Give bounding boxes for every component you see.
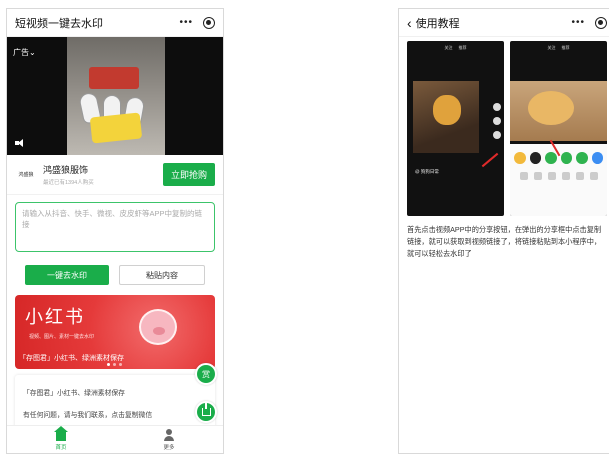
share-icon — [201, 402, 211, 416]
share-button[interactable] — [195, 401, 217, 423]
ad-label[interactable]: 广告⌄ — [13, 47, 36, 58]
tutorial-screenshots: 关注 推荐 @ 狗狗日常 关注 推荐 — [399, 37, 609, 216]
share-target-icon — [576, 152, 588, 164]
share-target-icon — [545, 152, 557, 164]
pig-mascot-image — [139, 309, 177, 345]
link-input[interactable] — [15, 202, 215, 252]
share-action-icon — [519, 172, 528, 180]
more-dots-icon[interactable]: ••• — [179, 17, 193, 28]
tab-home[interactable]: 首页 — [7, 426, 115, 453]
promo-banner[interactable]: 小红书 视频、图片、素材一键去水印 「存图君」小红书、绿洲素材保存 — [15, 295, 215, 369]
brand-name: 鸿盛狼服饰 — [43, 165, 89, 175]
user-icon — [163, 428, 175, 441]
like-icon — [493, 103, 501, 111]
shot-tabs: 关注 推荐 — [407, 41, 504, 55]
mini-program-capsule: ••• — [571, 16, 607, 29]
tutorial-shot-share-button: 关注 推荐 @ 狗狗日常 — [407, 41, 504, 216]
banner-tagline: 视频、图片、素材一键去水印 — [29, 334, 95, 340]
carousel-dot — [113, 363, 116, 366]
carousel-dot — [107, 363, 110, 366]
share-action-icon — [589, 172, 598, 180]
comment-icon — [493, 117, 501, 125]
share-action-icon — [533, 172, 542, 180]
shot-caption: @ 狗狗日常 — [415, 169, 439, 174]
shot-tab: 关注 — [547, 45, 556, 50]
brand-logo: 鸿盛狼 — [18, 172, 34, 178]
share-target-icon — [591, 152, 603, 164]
card-line-save[interactable]: 「存图君」小红书、绿洲素材保存 — [23, 387, 207, 397]
nav-bar: 短视频一键去水印 ••• — [7, 9, 223, 37]
dog-video-image — [510, 81, 607, 141]
ad-video[interactable]: 广告⌄ — [7, 37, 223, 155]
share-icon — [493, 131, 501, 139]
tab-more-label: 更多 — [163, 444, 175, 451]
share-target-icon — [529, 152, 541, 164]
share-target-icon — [560, 152, 572, 164]
brand-sales: 最近已有1394人购买 — [43, 180, 94, 186]
tutorial-instructions: 首先点击视频APP中的分享按钮，在弹出的分享框中点击复制链接，就可以获取到视频链… — [407, 225, 602, 258]
shot-tabs: 关注 推荐 — [510, 41, 607, 55]
shot-tab: 关注 — [444, 45, 453, 50]
video-side-icons — [493, 103, 501, 139]
page-title: 使用教程 — [415, 17, 460, 30]
close-target-icon[interactable] — [203, 16, 215, 29]
home-icon — [54, 426, 68, 441]
tab-bar: 首页 更多 — [7, 425, 223, 453]
banner-subtitle: 「存图君」小红书、绿洲素材保存 — [19, 355, 124, 362]
nav-bar: ‹ 使用教程 ••• — [399, 9, 609, 37]
paste-content-button[interactable]: 粘贴内容 — [119, 265, 205, 285]
carousel-indicator — [107, 363, 122, 366]
share-target-icon — [514, 152, 526, 164]
tab-home-label: 首页 — [55, 445, 67, 451]
mini-program-capsule: ••• — [179, 16, 215, 29]
carousel-dot — [119, 363, 122, 366]
remove-watermark-button[interactable]: 一键去水印 — [25, 265, 109, 285]
banner-title: 小红书 — [25, 307, 85, 327]
action-buttons: 一键去水印 粘贴内容 — [7, 257, 223, 285]
ad-brand-row: 鸿盛狼 鸿盛狼服饰 最近已有1394人购买 立即抢购 — [7, 155, 223, 195]
card-line-contact[interactable]: 有任何问题，请与我们联系，点击复制微信 — [23, 409, 207, 419]
reward-button[interactable]: 赏 — [195, 363, 217, 385]
buy-now-button[interactable]: 立即抢购 — [162, 163, 215, 186]
share-action-icon — [561, 172, 570, 180]
tutorial-screen: ‹ 使用教程 ••• 关注 推荐 @ 狗狗日常 关注 推荐 首先点击视频APP中… — [398, 8, 609, 454]
shot-tab: 推荐 — [561, 45, 570, 50]
brand-info: 鸿盛狼服饰 最近已有1394人购买 — [43, 163, 157, 186]
shot-tab: 推荐 — [458, 45, 467, 50]
main-screen: 短视频一键去水印 ••• 广告⌄ 鸿盛狼 鸿盛狼服饰 最近已有1394人购买 立… — [6, 8, 224, 454]
promo-sticker — [89, 112, 143, 144]
back-icon[interactable]: ‹ — [407, 16, 412, 30]
close-target-icon[interactable] — [595, 16, 607, 29]
volume-icon[interactable] — [15, 139, 25, 147]
nav-left: ‹ 使用教程 — [407, 15, 460, 31]
page-title: 短视频一键去水印 — [15, 17, 103, 30]
share-actions — [510, 164, 607, 180]
copy-link-icon — [547, 172, 556, 180]
dog-video-image — [413, 81, 479, 153]
shoe-box-image — [89, 67, 139, 89]
red-arrow-pointer — [481, 152, 499, 168]
share-action-icon — [575, 172, 584, 180]
more-dots-icon[interactable]: ••• — [571, 17, 585, 28]
tab-more[interactable]: 更多 — [115, 426, 223, 453]
tutorial-shot-copy-link: 关注 推荐 — [510, 41, 607, 216]
ad-video-frame — [67, 37, 165, 155]
